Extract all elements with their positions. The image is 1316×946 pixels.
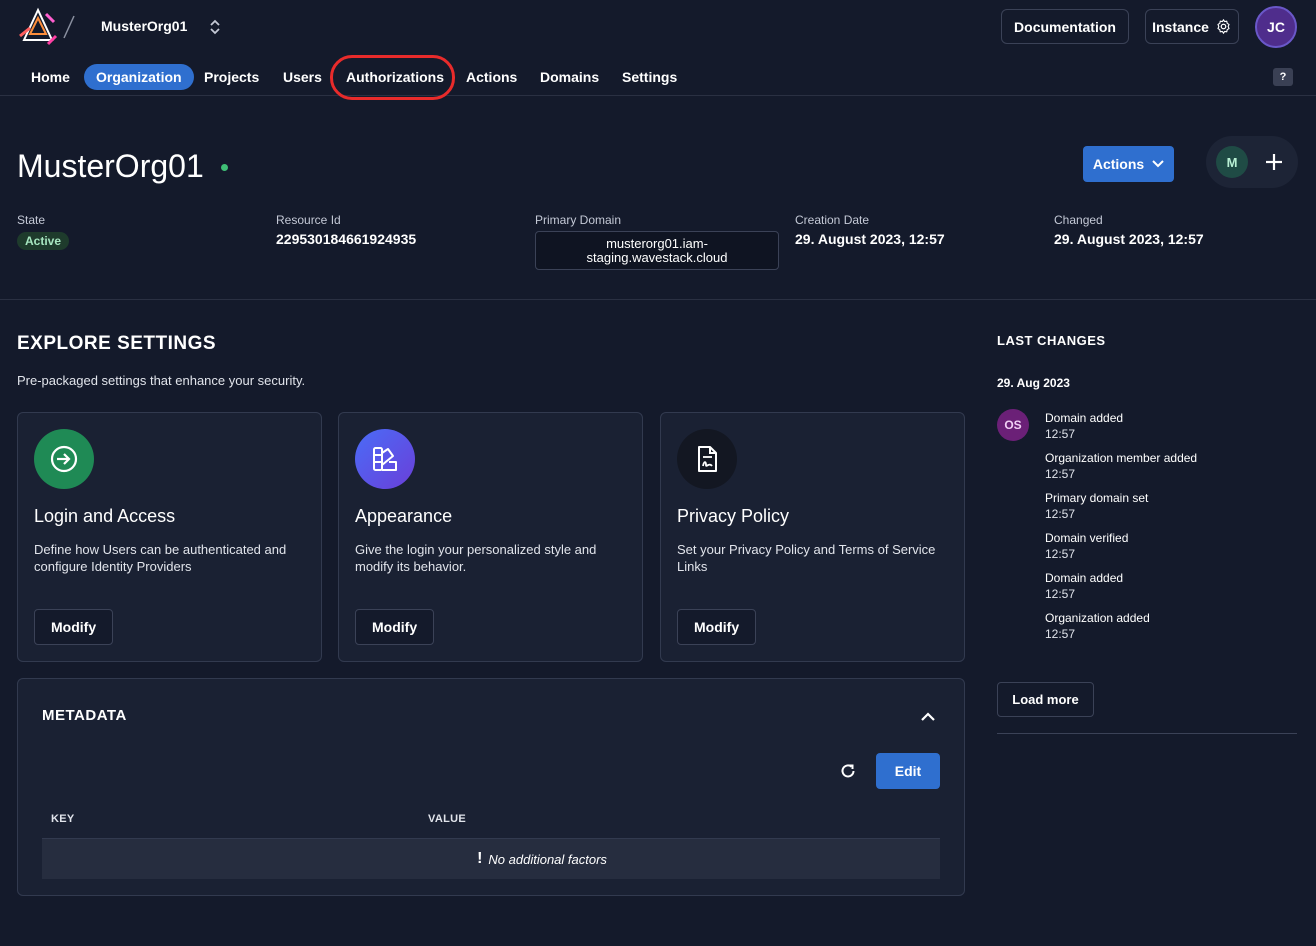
change-action: Organization member added [1045,451,1198,465]
card-title: Privacy Policy [677,506,790,526]
creation-date-value: 29. August 2023, 12:57 [795,231,945,247]
add-member-icon[interactable] [1259,147,1289,177]
change-time: 12:57 [1045,587,1076,601]
zitadel-logo-icon[interactable] [16,6,60,48]
editor-avatar: OS [997,409,1029,441]
primary-domain-line2: staging.wavestack.cloud [586,250,728,265]
actions-label: Actions [1092,156,1145,172]
change-item: Organization added 12:57 [1045,610,1150,642]
load-more-button[interactable]: Load more [997,682,1094,717]
settings-card-privacy: Privacy Policy Set your Privacy Policy a… [660,412,965,662]
card-title: Appearance [355,506,453,526]
nav-actions[interactable]: Actions [454,64,529,90]
changed-value: 29. August 2023, 12:57 [1054,231,1204,247]
change-item: Organization member added 12:57 [1045,450,1197,482]
change-action: Primary domain set [1045,491,1149,505]
documentation-button[interactable]: Documentation [1001,9,1129,44]
card-title: Login and Access [34,506,176,526]
change-time: 12:57 [1045,507,1076,521]
resource-id-label: Resource Id [276,213,341,227]
changed-label: Changed [1054,213,1103,227]
chevron-up-icon[interactable] [918,707,938,727]
document-signature-icon [677,429,737,489]
login-arrow-icon [34,429,94,489]
exclamation-icon: ! [477,850,483,867]
last-changes-title: LAST CHANGES [997,333,1106,348]
primary-domain-line1: musterorg01.iam- [606,236,708,251]
nav-settings[interactable]: Settings [610,64,689,90]
card-description: Give the login your personalized style a… [355,542,597,574]
resource-id-value: 229530184661924935 [276,231,417,247]
column-header-value: VALUE [428,813,466,825]
org-title: MusterOrg01 [17,148,204,184]
nav-domains[interactable]: Domains [528,64,611,90]
change-action: Organization added [1045,611,1150,625]
breadcrumb-slash-icon [63,15,75,39]
change-item: Domain added 12:57 [1045,570,1123,602]
member-avatar[interactable]: M [1216,146,1248,178]
members-box: M [1206,136,1298,188]
last-changes-date: 29. Aug 2023 [997,376,1070,390]
user-avatar[interactable]: JC [1255,6,1297,48]
state-label: State [17,213,46,227]
change-action: Domain verified [1045,531,1129,545]
change-time: 12:57 [1045,627,1076,641]
column-header-key: KEY [51,813,75,825]
primary-domain-value[interactable]: musterorg01.iam- staging.wavestack.cloud [535,231,779,270]
status-badge: Active [17,232,70,250]
modify-login-button[interactable]: Modify [34,609,114,645]
settings-card-login: Login and Access Define how Users can be… [17,412,322,662]
org-switcher[interactable]: MusterOrg01 [101,18,187,34]
edit-metadata-button[interactable]: Edit [876,753,940,789]
modify-privacy-button[interactable]: Modify [677,609,757,645]
refresh-icon[interactable] [838,761,858,781]
change-action: Domain added [1045,411,1124,425]
nav-home[interactable]: Home [19,64,82,90]
metadata-panel: METADATA Edit KEY VALUE ! No additional … [17,678,965,896]
chevron-up-down-icon[interactable] [208,18,222,36]
help-button[interactable]: ? [1273,68,1293,86]
instance-label: Instance [1152,18,1209,35]
metadata-title: METADATA [42,707,127,724]
change-time: 12:57 [1045,427,1076,441]
modify-appearance-button[interactable]: Modify [355,609,435,645]
change-time: 12:57 [1045,547,1076,561]
nav-users[interactable]: Users [271,64,334,90]
nav-organization[interactable]: Organization [84,64,194,90]
change-item: Domain verified 12:57 [1045,530,1128,562]
status-dot [221,164,228,171]
primary-domain-label: Primary Domain [535,213,622,227]
explore-settings-title: EXPLORE SETTINGS [17,333,217,354]
change-item: Primary domain set 12:57 [1045,490,1148,522]
nav-projects[interactable]: Projects [192,64,271,90]
metadata-empty-row: ! No additional factors [42,838,940,879]
top-bar: MusterOrg01 Documentation Instance JC Ho… [0,0,1316,100]
chevron-down-icon [1152,160,1164,168]
change-time: 12:57 [1045,467,1076,481]
change-item: Domain added 12:57 [1045,410,1123,442]
actions-dropdown-button[interactable]: Actions [1083,146,1174,182]
card-description: Define how Users can be authenticated an… [34,542,287,574]
documentation-label: Documentation [1014,18,1116,35]
card-description: Set your Privacy Policy and Terms of Ser… [677,542,936,574]
authorizations-highlight-ring [330,55,455,100]
change-action: Domain added [1045,571,1124,585]
instance-button[interactable]: Instance [1145,9,1239,44]
creation-date-label: Creation Date [795,213,870,227]
last-changes-divider [997,733,1297,734]
gear-icon [1217,19,1230,34]
palette-icon [355,429,415,489]
settings-card-appearance: Appearance Give the login your personali… [338,412,643,662]
explore-settings-subtitle: Pre-packaged settings that enhance your … [17,373,306,388]
header-divider [0,299,1316,300]
empty-message: No additional factors [488,851,607,867]
